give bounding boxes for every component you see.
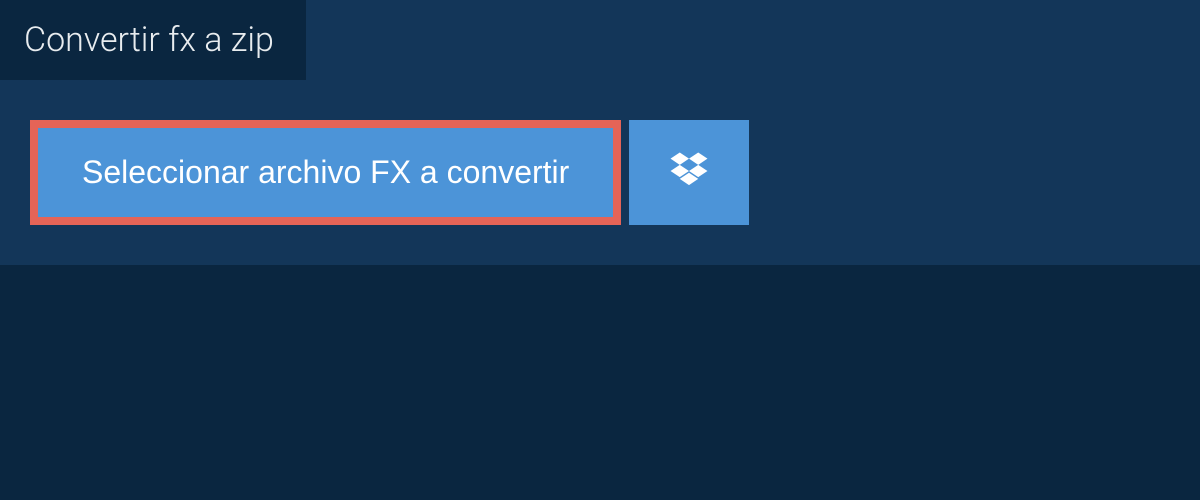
select-file-highlight: Seleccionar archivo FX a convertir [30,120,621,225]
converter-panel: Convertir fx a zip Seleccionar archivo F… [0,0,1200,265]
tab-title: Convertir fx a zip [0,0,306,80]
dropbox-icon [667,149,711,196]
action-row: Seleccionar archivo FX a convertir [0,80,1200,225]
select-file-button[interactable]: Seleccionar archivo FX a convertir [38,128,613,217]
dropbox-button[interactable] [629,120,749,225]
